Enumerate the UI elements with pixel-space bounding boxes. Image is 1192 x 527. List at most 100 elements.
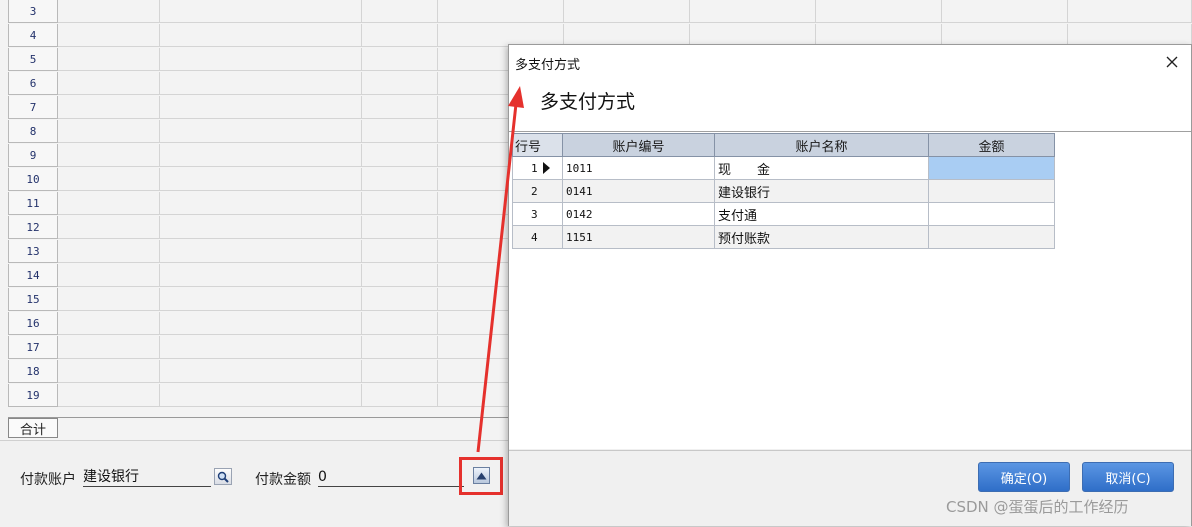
grid-cell[interactable]: [58, 24, 160, 47]
account-code-cell[interactable]: 1011: [562, 156, 715, 180]
line-cell[interactable]: 1: [512, 156, 563, 180]
row-number: 12: [8, 216, 58, 239]
grid-cell[interactable]: [160, 240, 362, 263]
grid-cell[interactable]: [160, 264, 362, 287]
grid-cell[interactable]: [362, 336, 438, 359]
grid-cell[interactable]: [160, 144, 362, 167]
table-row[interactable]: 1 1011 现 金: [512, 156, 1055, 180]
grid-cell[interactable]: [1068, 0, 1192, 23]
grid-cell[interactable]: [58, 96, 160, 119]
row-number: 15: [8, 288, 58, 311]
grid-cell[interactable]: [362, 384, 438, 407]
account-name-cell[interactable]: 现 金: [714, 156, 929, 180]
grid-cell[interactable]: [160, 360, 362, 383]
magnifier-icon[interactable]: [214, 468, 232, 485]
account-name-cell[interactable]: 支付通: [714, 202, 929, 226]
account-code-cell[interactable]: 1151: [562, 225, 715, 249]
confirm-button[interactable]: 确定(O): [978, 462, 1070, 492]
line-cell[interactable]: 4: [512, 225, 563, 249]
grid-cell[interactable]: [362, 120, 438, 143]
grid-cell[interactable]: [362, 312, 438, 335]
grid-cell[interactable]: [362, 48, 438, 71]
grid-cell[interactable]: [160, 72, 362, 95]
amount-cell[interactable]: [928, 225, 1055, 249]
grid-cell[interactable]: [816, 0, 942, 23]
grid-cell[interactable]: [362, 96, 438, 119]
grid-cell[interactable]: [58, 384, 160, 407]
grid-cell[interactable]: [362, 72, 438, 95]
close-icon[interactable]: [1159, 49, 1185, 75]
row-pointer-icon: [543, 162, 550, 174]
line-cell[interactable]: 3: [512, 202, 563, 226]
column-header-code[interactable]: 账户编号: [562, 133, 715, 157]
account-name-cell[interactable]: 预付账款: [714, 225, 929, 249]
grid-cell[interactable]: [58, 288, 160, 311]
grid-cell[interactable]: [362, 24, 438, 47]
amount-cell[interactable]: [928, 156, 1055, 180]
row-number: 9: [8, 144, 58, 167]
grid-cell[interactable]: [160, 384, 362, 407]
grid-cell[interactable]: [564, 0, 690, 23]
grid-cell[interactable]: [58, 144, 160, 167]
grid-cell[interactable]: [362, 144, 438, 167]
grid-cell[interactable]: [438, 0, 564, 23]
account-name-cell[interactable]: 建设银行: [714, 179, 929, 203]
account-code-cell[interactable]: 0141: [562, 179, 715, 203]
table-header-row: 行号 账户编号 账户名称 金额: [512, 133, 1055, 157]
grid-cell[interactable]: [362, 288, 438, 311]
grid-cell[interactable]: [160, 192, 362, 215]
grid-cell[interactable]: [362, 192, 438, 215]
grid-cell[interactable]: [58, 264, 160, 287]
grid-cell[interactable]: [690, 0, 816, 23]
grid-cell[interactable]: [160, 168, 362, 191]
grid-cell[interactable]: [58, 312, 160, 335]
grid-cell[interactable]: [58, 120, 160, 143]
grid-cell[interactable]: [58, 72, 160, 95]
amount-field[interactable]: 0: [318, 469, 464, 487]
grid-cell[interactable]: [58, 216, 160, 239]
grid-cell[interactable]: [160, 120, 362, 143]
amount-cell[interactable]: [928, 202, 1055, 226]
table-row[interactable]: 2 0141 建设银行: [512, 179, 1055, 203]
column-header-line[interactable]: 行号: [512, 133, 563, 157]
triangle-up-icon[interactable]: [473, 467, 490, 484]
grid-cell[interactable]: [58, 168, 160, 191]
grid-cell[interactable]: [160, 288, 362, 311]
table-row[interactable]: 4 1151 预付账款: [512, 225, 1055, 249]
grid-cell[interactable]: [160, 0, 362, 23]
cancel-button[interactable]: 取消(C): [1082, 462, 1174, 492]
grid-cell[interactable]: [58, 192, 160, 215]
grid-cell[interactable]: [160, 216, 362, 239]
total-label: 合计: [8, 418, 58, 438]
account-code-cell[interactable]: 0142: [562, 202, 715, 226]
grid-cell[interactable]: [160, 312, 362, 335]
grid-cell[interactable]: [362, 360, 438, 383]
grid-cell[interactable]: [160, 24, 362, 47]
grid-cell[interactable]: [58, 336, 160, 359]
amount-cell[interactable]: [928, 179, 1055, 203]
grid-cell[interactable]: [58, 0, 160, 23]
account-field[interactable]: 建设银行: [83, 469, 211, 487]
grid-cell[interactable]: [362, 0, 438, 23]
grid-cell[interactable]: [58, 360, 160, 383]
grid-cell[interactable]: [160, 96, 362, 119]
row-number: 19: [8, 384, 58, 407]
row-number: 16: [8, 312, 58, 335]
grid-row[interactable]: 3: [8, 0, 1192, 24]
column-header-amount[interactable]: 金额: [928, 133, 1055, 157]
grid-cell[interactable]: [58, 240, 160, 263]
column-header-name[interactable]: 账户名称: [714, 133, 929, 157]
row-number: 13: [8, 240, 58, 263]
grid-cell[interactable]: [362, 216, 438, 239]
row-number: 3: [8, 0, 58, 23]
grid-cell[interactable]: [160, 48, 362, 71]
grid-cell[interactable]: [362, 264, 438, 287]
line-cell[interactable]: 2: [512, 179, 563, 203]
grid-cell[interactable]: [362, 168, 438, 191]
grid-cell[interactable]: [160, 336, 362, 359]
grid-cell[interactable]: [362, 240, 438, 263]
table-row[interactable]: 3 0142 支付通: [512, 202, 1055, 226]
grid-cell[interactable]: [58, 48, 160, 71]
grid-cell[interactable]: [942, 0, 1068, 23]
row-number: 11: [8, 192, 58, 215]
